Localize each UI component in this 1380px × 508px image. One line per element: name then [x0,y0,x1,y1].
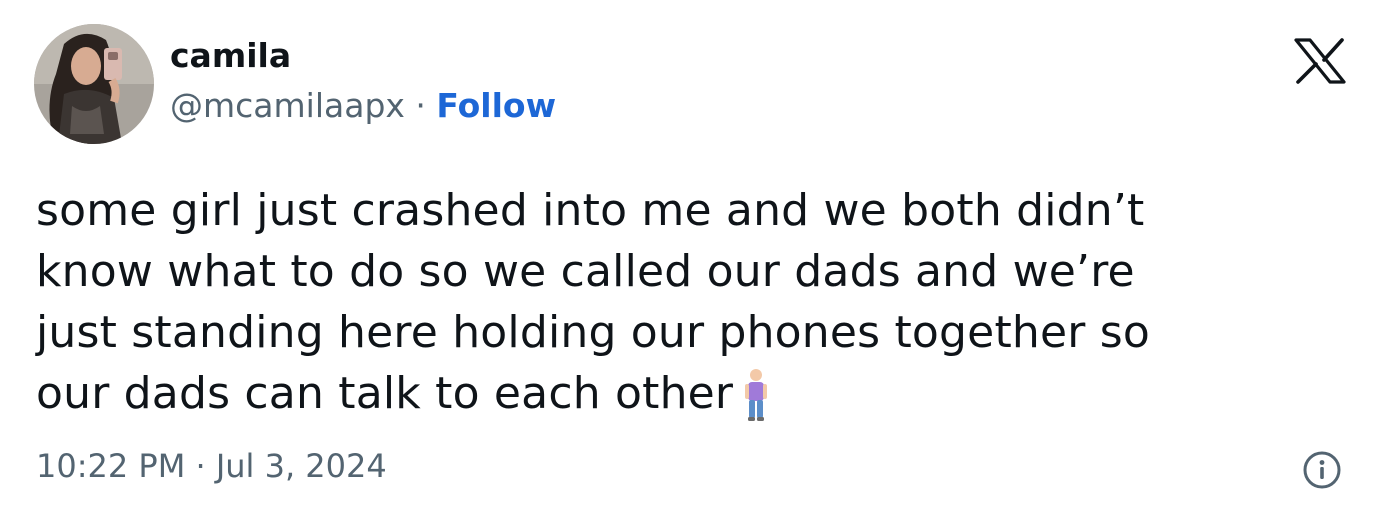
tweet-line: know what to do so we called our dads an… [36,246,1135,297]
follow-button[interactable]: Follow [436,86,556,125]
tweet-line: some girl just crashed into me and we bo… [36,185,1145,236]
avatar[interactable] [34,24,154,144]
person-standing-emoji [743,368,769,438]
post-time: 10:22 PM [36,447,186,485]
separator: · [415,86,426,125]
display-name[interactable]: camila [170,36,556,76]
tweet-text: some girl just crashed into me and we bo… [36,180,1346,438]
meta-separator: · [195,447,206,485]
post-date: Jul 3, 2024 [215,447,387,485]
x-logo-icon[interactable] [1294,38,1346,84]
tweet-line-text: our dads can talk to each other [36,368,734,419]
tweet-line: our dads can talk to each other [36,363,1346,438]
timestamp[interactable]: 10:22 PM · Jul 3, 2024 [36,446,387,486]
tweet-line: just standing here holding our phones to… [36,307,1150,358]
avatar-photo [34,24,154,144]
tweet-card: camila @mcamilaapx · Follow some girl ju… [0,0,1380,508]
author-block: camila @mcamilaapx · Follow [170,36,556,126]
info-icon[interactable] [1302,450,1342,490]
handle[interactable]: @mcamilaapx [170,86,405,125]
handle-line: @mcamilaapx · Follow [170,86,556,126]
